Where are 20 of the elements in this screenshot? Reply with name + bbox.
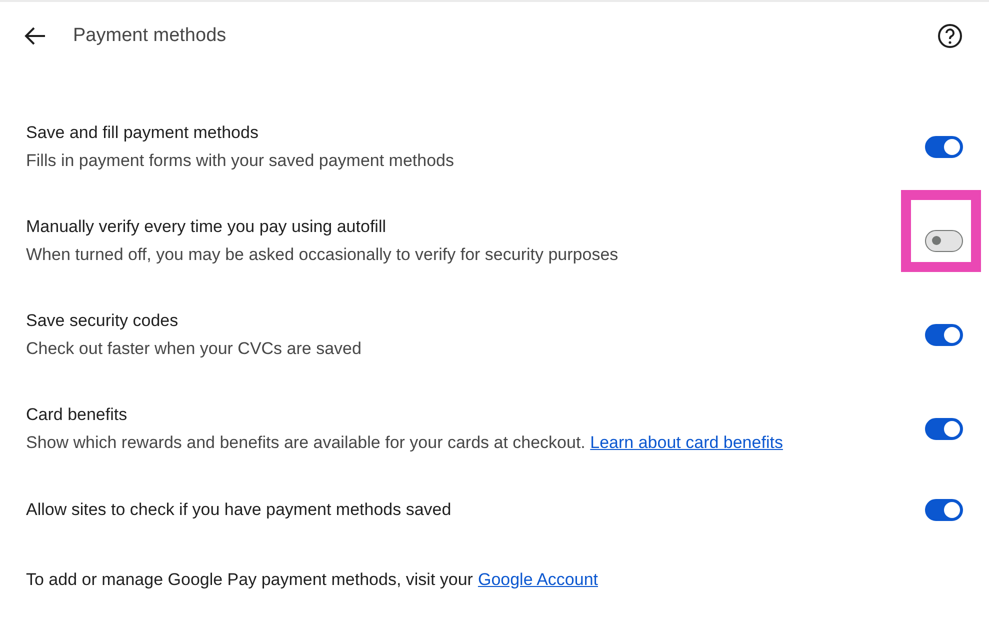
setting-description: Show which rewards and benefits are available for your cards at checkout. Learn about card benefits xyxy=(26,433,784,453)
setting-description: When turned off, you may be asked occasionally to verify for security purposes xyxy=(26,245,620,265)
setting-title: Manually verify every time you pay using autofill xyxy=(26,217,387,237)
toggle-switch[interactable] xyxy=(925,418,963,440)
setting-description: Fills in payment forms with your saved payment methods xyxy=(26,151,456,171)
toggle-switch[interactable] xyxy=(925,499,963,521)
toggle-switch[interactable] xyxy=(925,324,963,346)
help-icon[interactable] xyxy=(937,23,963,49)
footer-text: To add or manage Google Pay payment methods, visit your Google Account xyxy=(25,569,599,592)
setting-title: Save security codes xyxy=(26,311,180,331)
page-title: Payment methods xyxy=(73,25,228,47)
setting-title: Allow sites to check if you have payment methods saved xyxy=(26,500,452,520)
back-arrow-icon[interactable] xyxy=(24,26,46,46)
toggle-switch[interactable] xyxy=(925,136,963,158)
setting-description: Check out faster when your CVCs are saved xyxy=(26,339,362,359)
learn-more-link[interactable]: Learn about card benefits xyxy=(590,433,783,452)
setting-title: Save and fill payment methods xyxy=(26,123,260,143)
toggle-switch[interactable] xyxy=(925,230,963,252)
setting-title: Card benefits xyxy=(26,405,128,425)
account-link[interactable]: Google Account xyxy=(478,570,598,590)
